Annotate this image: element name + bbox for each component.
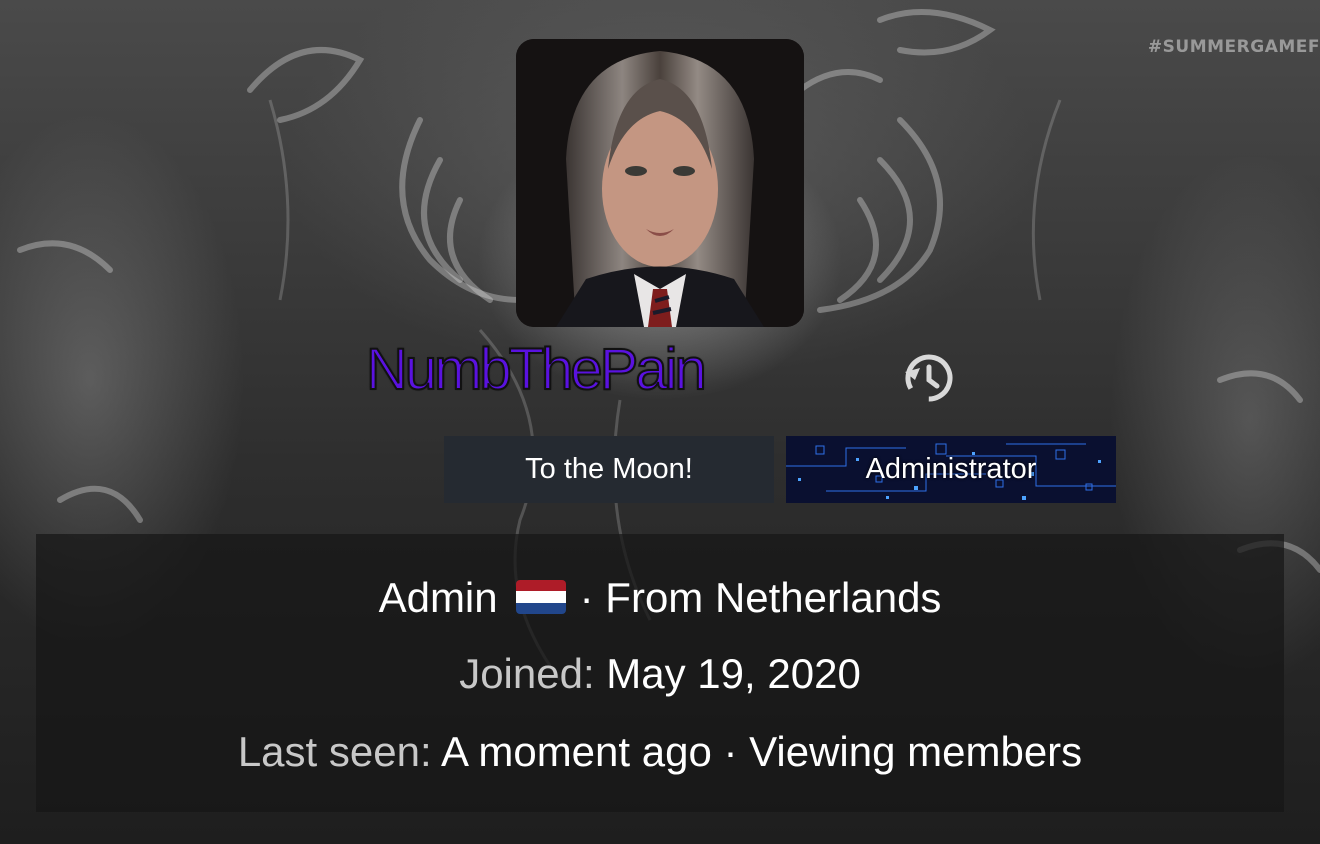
role-text: Admin	[378, 574, 498, 621]
role-location-row: Admin · From Netherlands	[36, 574, 1284, 622]
joined-row: Joined: May 19, 2020	[36, 650, 1284, 698]
to-the-moon-label: To the Moon!	[525, 453, 693, 485]
name-history-icon[interactable]	[900, 350, 956, 406]
location-text: Netherlands	[714, 574, 942, 621]
cover-hashtag-text: #SUMMERGAMEF	[1147, 37, 1320, 57]
joined-date: May 19, 2020	[606, 650, 861, 697]
to-the-moon-banner: To the Moon!	[444, 436, 774, 503]
current-activity[interactable]: · Viewing members	[723, 728, 1082, 775]
profile-username[interactable]: NumbThePain	[365, 336, 708, 403]
last-seen-label: Last seen:	[237, 728, 432, 775]
netherlands-flag-icon	[515, 579, 566, 614]
last-seen-time: A moment ago	[440, 728, 712, 775]
avatar-portrait-image	[516, 39, 804, 327]
last-seen-row: Last seen: A moment ago · Viewing member…	[36, 728, 1284, 776]
profile-info-panel: Admin · From Netherlands Joined: May 19, …	[36, 534, 1284, 812]
location-prefix: · From	[579, 574, 715, 621]
administrator-label: Administrator	[865, 453, 1037, 485]
profile-avatar[interactable]	[516, 39, 804, 327]
administrator-banner: Administrator	[786, 436, 1116, 503]
joined-label: Joined:	[459, 650, 595, 697]
